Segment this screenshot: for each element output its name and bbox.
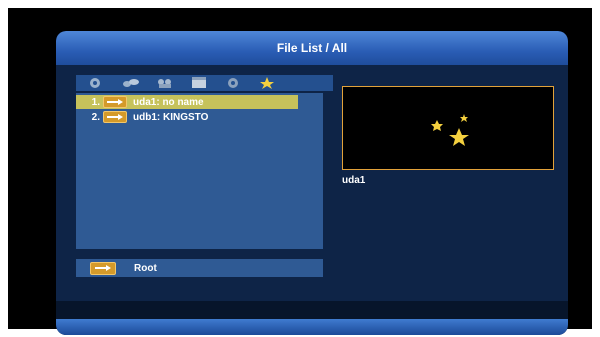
item-number: 1. — [91, 96, 100, 108]
root-label: Root — [134, 262, 157, 274]
media-type-toolbar — [76, 75, 333, 91]
footer-band — [56, 301, 568, 321]
preview-pane — [342, 86, 554, 170]
music-icon[interactable] — [86, 77, 108, 89]
footer-bar — [56, 319, 568, 335]
list-item[interactable]: 2. udb1: KINGSTO — [76, 110, 298, 124]
usb-drive-icon — [103, 96, 127, 108]
root-folder-button[interactable]: Root — [76, 259, 323, 277]
preview-caption: uda1 — [342, 175, 366, 186]
movie-icon[interactable] — [188, 77, 210, 89]
star-icon[interactable] — [256, 77, 278, 89]
tv-screen: File List / All 1. uda1: no name 2. udb1… — [8, 8, 592, 335]
item-label: uda1: no name — [133, 96, 204, 108]
file-list: 1. uda1: no name 2. udb1: KINGSTO — [76, 93, 323, 249]
usb-drive-icon — [103, 111, 127, 123]
video-icon[interactable] — [154, 77, 176, 89]
window-title: File List / All — [276, 41, 348, 55]
window-header: File List / All — [56, 31, 568, 65]
stars-icon — [431, 114, 469, 146]
item-number: 2. — [91, 111, 100, 123]
list-item[interactable]: 1. uda1: no name — [76, 95, 298, 109]
settings-icon[interactable] — [222, 77, 244, 89]
item-label: udb1: KINGSTO — [133, 111, 209, 123]
photo-icon[interactable] — [120, 77, 142, 89]
usb-drive-icon — [90, 261, 116, 275]
file-list-window: File List / All 1. uda1: no name 2. udb1… — [56, 31, 568, 335]
